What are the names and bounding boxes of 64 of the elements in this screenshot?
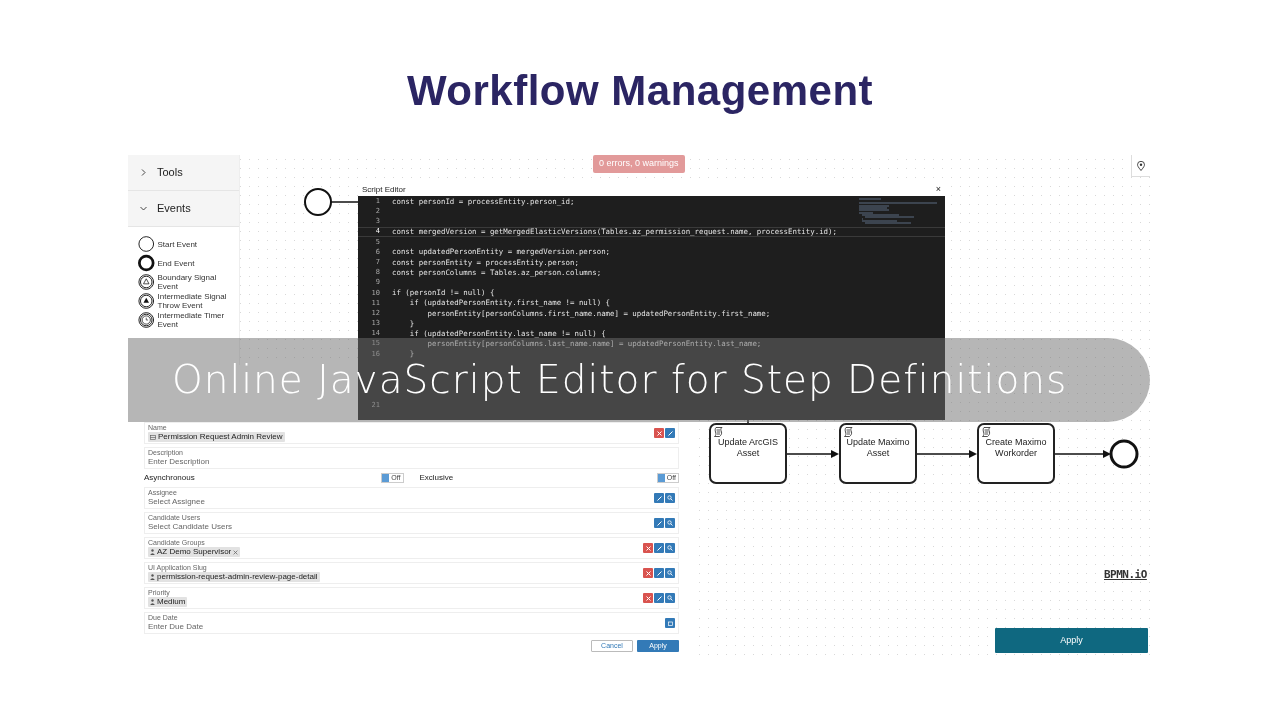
section-header[interactable]: Events [128, 191, 239, 227]
palette-label[interactable]: Boundary Signal Event [157, 273, 229, 291]
connector-line [330, 201, 361, 203]
value-chip: Medium [148, 597, 188, 607]
flow-arrow [1054, 450, 1111, 458]
script-icon [982, 427, 991, 437]
value-chip: permission-request-admin-review-page-detail [148, 572, 320, 582]
signal-throw-icon[interactable] [138, 292, 155, 310]
task-label: Update Maximo Asset [845, 437, 911, 459]
map-pin-icon [1137, 160, 1145, 171]
section-header[interactable]: Tools [128, 155, 239, 191]
palette-label[interactable]: Start Event [157, 239, 229, 249]
remove-icon[interactable] [233, 549, 239, 555]
slide-title: Workflow Management [406, 65, 874, 116]
flow-arrow [916, 450, 977, 458]
edit-button[interactable] [654, 493, 664, 503]
field-placeholder: Enter Due Date [148, 622, 204, 632]
search-button[interactable] [665, 543, 675, 553]
search-button[interactable] [665, 518, 675, 528]
chevron-right-icon[interactable] [140, 169, 147, 176]
clear-button[interactable] [643, 593, 653, 603]
person-icon [150, 574, 155, 580]
end-event [1109, 439, 1139, 469]
field-placeholder: Select Assignee [148, 497, 205, 507]
edit-button[interactable] [654, 593, 664, 603]
close-button[interactable]: × [935, 185, 941, 194]
task-label: Create Maximo Workorder [984, 437, 1048, 459]
edit-button[interactable] [665, 428, 675, 438]
search-button[interactable] [665, 593, 675, 603]
calendar-button[interactable] [665, 618, 675, 628]
search-button[interactable] [665, 493, 675, 503]
end-event-icon[interactable] [138, 254, 155, 272]
script-icon [714, 427, 723, 437]
start-event-icon[interactable] [138, 235, 155, 253]
clear-button[interactable] [643, 568, 653, 578]
task-label: Update ArcGIS Asset [717, 437, 779, 459]
timer-event-icon[interactable] [138, 311, 155, 329]
palette-label[interactable]: Intermediate Timer Event [157, 311, 229, 329]
apply-button[interactable]: Apply [995, 628, 1148, 653]
field-placeholder: Select Candidate Users [148, 522, 233, 532]
bpmn-logo: BPMN.iO [1104, 567, 1147, 583]
flow-arrow [786, 450, 839, 458]
palette-label[interactable]: Intermediate Signal Throw Event [157, 292, 229, 310]
clear-button[interactable] [643, 543, 653, 553]
edit-button[interactable] [654, 543, 664, 553]
field-label: Asynchronous [144, 472, 195, 484]
clear-button[interactable] [654, 428, 664, 438]
field-placeholder: Enter Description [148, 457, 210, 467]
dialog-title: Script Editor [362, 183, 406, 196]
status-badge: 0 errors, 0 warnings [593, 155, 685, 173]
script-icon [844, 427, 853, 437]
value-chip: AZ Demo Supervisor [148, 547, 241, 557]
person-icon [150, 599, 155, 605]
edit-button[interactable] [654, 518, 664, 528]
start-event [304, 188, 332, 216]
chevron-down-icon[interactable] [140, 205, 147, 212]
edit-button[interactable] [654, 568, 664, 578]
search-button[interactable] [665, 568, 675, 578]
field-label: Exclusive [419, 472, 454, 484]
person-icon [150, 549, 155, 555]
palette-label[interactable]: End Event [157, 258, 229, 268]
value-chip: Permission Request Admin Review [148, 432, 285, 442]
signal-event-icon[interactable] [138, 273, 155, 291]
table-icon [150, 434, 156, 440]
